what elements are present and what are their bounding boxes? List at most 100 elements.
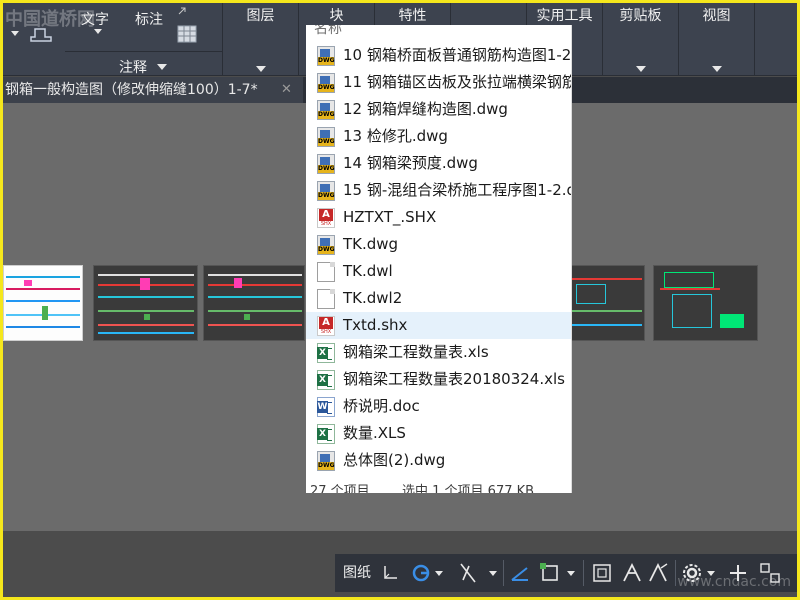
status-divider <box>503 560 504 586</box>
excel-file-icon <box>317 424 335 444</box>
layer-panel[interactable]: 图层 <box>223 3 299 76</box>
dwg-file-icon <box>317 235 335 255</box>
layout-thumbnail[interactable] <box>203 265 305 341</box>
layer-panel-title: 图层 <box>246 8 275 24</box>
layout-thumbnail[interactable] <box>3 265 83 341</box>
excel-file-icon <box>317 343 335 363</box>
file-list-item[interactable]: 钢箱梁工程数量表.xls <box>306 339 571 366</box>
layout-thumbnail[interactable] <box>653 265 758 341</box>
dwg-file-icon <box>317 73 335 93</box>
object-snap-icon[interactable] <box>539 562 561 584</box>
file-name: 14 钢箱梁预度.dwg <box>343 154 478 172</box>
annotation-expand-icon[interactable] <box>157 64 167 72</box>
file-list-item[interactable]: 10 钢箱桥面板普通钢筋构造图1-2. <box>306 42 572 69</box>
file-name: Txtd.shx <box>343 316 408 334</box>
clipboard-dropdown-icon[interactable] <box>635 66 646 72</box>
file-name: 总体图(2).dwg <box>343 451 446 469</box>
file-list-item[interactable]: 11 钢箱锚区齿板及张拉端横梁钢筋 <box>306 69 572 96</box>
panel-launcher-icon[interactable] <box>177 6 187 16</box>
polar-dropdown-icon[interactable] <box>435 571 443 576</box>
file-list-item[interactable]: 桥说明.doc <box>306 393 571 420</box>
file-name: TK.dwl <box>343 262 393 280</box>
view-panel-title: 视图 <box>702 8 731 24</box>
generic-file-icon <box>317 262 335 282</box>
file-name: 钢箱梁工程数量表.xls <box>343 343 489 361</box>
isodraft-icon[interactable] <box>509 562 531 584</box>
application-window: 中国道桥网 文字 标注 注释 图层 块 特性 实用工具 剪贴板 视图 钢箱一般构… <box>3 3 797 597</box>
file-list-item[interactable]: 15 钢-混组合梁桥施工程序图1-2.d <box>306 177 572 204</box>
clipboard-panel[interactable]: 剪贴板 <box>603 3 679 76</box>
file-list-item[interactable]: 12 钢箱焊缝构造图.dwg <box>306 96 571 123</box>
file-list-popup: 名称 10 钢箱桥面板普通钢筋构造图1-2. 11 钢箱锚区齿板及张拉端横梁钢筋 1… <box>306 25 572 493</box>
status-divider <box>675 560 676 586</box>
document-tab-title: 钢箱一般构造图（修改伸缩缝100）1-7* <box>5 82 258 98</box>
block-panel-title: 块 <box>329 8 344 24</box>
file-status-bar: 27 个项目 选中 1 个项目 677 KB <box>306 478 571 493</box>
status-divider <box>583 560 584 586</box>
object-snap-tracking-icon[interactable] <box>457 562 479 584</box>
clipboard-panel-title: 剪贴板 <box>619 8 662 24</box>
paper-space-button[interactable]: 图纸 <box>339 554 375 592</box>
excel-file-icon <box>317 370 335 390</box>
file-name: 数量.XLS <box>343 424 406 442</box>
dimension-tool-button[interactable]: 标注 <box>135 9 163 29</box>
file-list-item[interactable]: TK.dwg <box>306 231 571 258</box>
file-name: 12 钢箱焊缝构造图.dwg <box>343 100 508 118</box>
file-list-item[interactable]: 总体图(2).dwg <box>306 447 571 474</box>
osnap-dropdown-icon[interactable] <box>489 571 497 576</box>
file-list-item[interactable]: 钢箱梁工程数量表20180324.xls <box>306 366 571 393</box>
site-watermark: www.cndac.com <box>677 574 791 590</box>
file-name: 桥说明.doc <box>343 397 420 415</box>
item-count: 27 个项目 <box>310 484 370 493</box>
generic-file-icon <box>317 289 335 309</box>
text-tool-button[interactable]: 文字 <box>81 9 109 29</box>
view-dropdown-icon[interactable] <box>711 66 722 72</box>
polar-tracking-icon[interactable] <box>411 563 433 583</box>
file-name: 10 钢箱桥面板普通钢筋构造图1-2. <box>343 46 572 64</box>
chevron-down-icon[interactable] <box>11 25 57 45</box>
dwg-file-icon <box>317 181 335 201</box>
file-list-item[interactable]: HZTXT_.SHX <box>306 204 571 231</box>
table-icon[interactable] <box>177 25 197 43</box>
utilities-panel-title: 实用工具 <box>536 8 593 24</box>
snap-mode-icon[interactable] <box>381 564 401 582</box>
file-name: 15 钢-混组合梁桥施工程序图1-2.d <box>343 181 572 199</box>
dwg-file-icon <box>317 154 335 174</box>
view-panel[interactable]: 视图 <box>679 3 755 76</box>
dwg-file-icon <box>317 46 335 66</box>
properties-panel-title: 特性 <box>398 8 427 24</box>
dwg-file-icon <box>317 451 335 471</box>
viewport-scale-icon[interactable] <box>591 562 613 584</box>
layout-thumbnail[interactable] <box>93 265 198 341</box>
annotation-panel-title[interactable]: 注释 <box>119 57 147 77</box>
close-icon[interactable]: ✕ <box>281 77 292 103</box>
selection-info: 选中 1 个项目 677 KB <box>402 484 535 493</box>
paper-space-label: 图纸 <box>343 565 371 581</box>
layout-thumbnail[interactable] <box>569 265 645 341</box>
text-dropdown-icon[interactable] <box>93 27 103 37</box>
status-bar: 图纸 www.cndac.com <box>335 554 797 592</box>
shx-file-icon <box>317 316 335 336</box>
file-list-item[interactable]: TK.dwl <box>306 258 571 285</box>
name-column-header[interactable]: 名称 <box>314 25 342 38</box>
document-tab[interactable]: 钢箱一般构造图（修改伸缩缝100）1-7* <box>3 77 303 103</box>
file-name: TK.dwg <box>343 235 399 253</box>
dwg-file-icon <box>317 127 335 147</box>
layer-dropdown-icon[interactable] <box>255 66 266 72</box>
file-name: 11 钢箱锚区齿板及张拉端横梁钢筋 <box>343 73 572 91</box>
dwg-file-icon <box>317 100 335 120</box>
file-name: TK.dwl2 <box>343 289 403 307</box>
file-list-item[interactable]: 14 钢箱梁预度.dwg <box>306 150 571 177</box>
file-list-item[interactable]: 数量.XLS <box>306 420 571 447</box>
annotation-panel: 中国道桥网 文字 标注 注释 <box>3 3 223 76</box>
annotation-visibility-icon[interactable] <box>621 562 643 584</box>
shx-file-icon <box>317 208 335 228</box>
file-list-item[interactable]: TK.dwl2 <box>306 285 571 312</box>
file-name: 13 检修孔.dwg <box>343 127 448 145</box>
file-name: 钢箱梁工程数量表20180324.xls <box>343 370 565 388</box>
auto-scale-icon[interactable] <box>647 562 669 584</box>
file-list-item[interactable]: Txtd.shx <box>306 312 571 339</box>
snap-dropdown-icon[interactable] <box>567 571 575 576</box>
file-name: HZTXT_.SHX <box>343 208 437 226</box>
file-list-item[interactable]: 13 检修孔.dwg <box>306 123 571 150</box>
